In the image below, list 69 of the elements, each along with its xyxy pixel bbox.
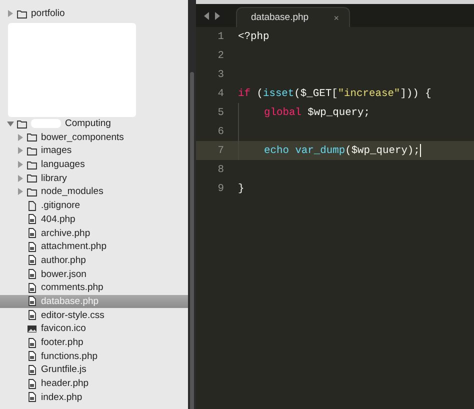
tree-item[interactable]: .gitignore	[0, 198, 188, 212]
caret-right-icon[interactable]	[17, 174, 24, 182]
line-number: 3	[216, 68, 224, 80]
caret-right-icon[interactable]	[17, 161, 24, 168]
code-file-icon	[27, 296, 37, 306]
tree-item[interactable]: Computing	[0, 116, 188, 130]
file-icon	[27, 200, 37, 211]
tree-item[interactable]: archive.php	[0, 226, 188, 240]
tree-item[interactable]: node_modules	[0, 185, 188, 199]
tree-item[interactable]: favicon.ico	[0, 322, 188, 336]
line-number: 7	[216, 144, 224, 156]
caret-right-icon[interactable]	[7, 10, 14, 18]
folder-icon	[27, 160, 37, 170]
folder-icon	[17, 8, 27, 19]
code-file-icon	[27, 228, 37, 238]
tree-item[interactable]: bower.json	[0, 267, 188, 281]
tree-item[interactable]: portfolio	[0, 7, 188, 21]
image-file-icon	[27, 324, 37, 334]
text-cursor	[420, 144, 421, 157]
tree-item[interactable]: author.php	[0, 254, 188, 268]
code-file-icon	[27, 351, 37, 362]
code-file-icon	[27, 310, 37, 320]
code-line: if (isset($_GET["increase"])) {	[238, 88, 432, 100]
code-file-icon	[27, 364, 37, 375]
code-file-icon	[27, 255, 37, 266]
code-file-icon	[27, 392, 37, 402]
tab-navigation-icon[interactable]	[204, 12, 220, 20]
code-file-icon	[27, 282, 37, 293]
code-line: global $wp_query;	[264, 106, 370, 118]
tree-item[interactable]: footer.php	[0, 336, 188, 350]
scrollbar-thumb[interactable]	[190, 72, 194, 409]
tree-item[interactable]: index.php	[0, 390, 188, 404]
line-number: 6	[216, 126, 224, 138]
folder-icon	[27, 132, 37, 142]
caret-right-icon[interactable]	[17, 147, 24, 154]
tree-item[interactable]: functions.php	[0, 349, 188, 364]
code-line: echo var_dump($wp_query);	[264, 144, 420, 156]
code-file-icon	[27, 338, 37, 348]
tree-item[interactable]: images	[0, 144, 188, 158]
tree-item[interactable]: header.php	[0, 376, 188, 390]
folder-icon	[27, 146, 37, 156]
caret-right-icon[interactable]	[17, 188, 24, 196]
tree-item[interactable]: languages	[0, 158, 188, 172]
folder-icon	[27, 186, 37, 197]
editor-tab[interactable]: database.php ×	[236, 7, 350, 27]
tree-item[interactable]: comments.php	[0, 280, 188, 295]
line-number: 4	[216, 88, 224, 100]
tree-item[interactable]: Gruntfile.js	[0, 363, 188, 377]
line-number: 5	[216, 106, 224, 118]
close-icon[interactable]: ×	[334, 12, 339, 22]
tree-item[interactable]: attachment.php	[0, 240, 188, 254]
folder-icon	[27, 173, 37, 184]
line-number: 8	[216, 164, 224, 176]
code-file-icon	[27, 378, 37, 389]
code-file-icon	[27, 269, 37, 280]
code-file-icon	[27, 214, 37, 224]
tree-item[interactable]: editor-style.css	[0, 308, 188, 322]
tree-item[interactable]: bower_components	[0, 130, 188, 144]
caret-right-icon[interactable]	[17, 134, 24, 141]
line-number: 9	[216, 182, 224, 194]
tree-item[interactable]: 404.php	[0, 212, 188, 226]
folder-icon	[17, 118, 27, 129]
line-number: 1	[216, 30, 224, 42]
caret-down-icon[interactable]	[7, 120, 14, 128]
code-file-icon	[27, 242, 37, 252]
line-number: 2	[216, 50, 224, 62]
code-line: <?php	[238, 30, 270, 42]
tree-item[interactable]: library	[0, 171, 188, 186]
code-line: }	[238, 182, 244, 194]
